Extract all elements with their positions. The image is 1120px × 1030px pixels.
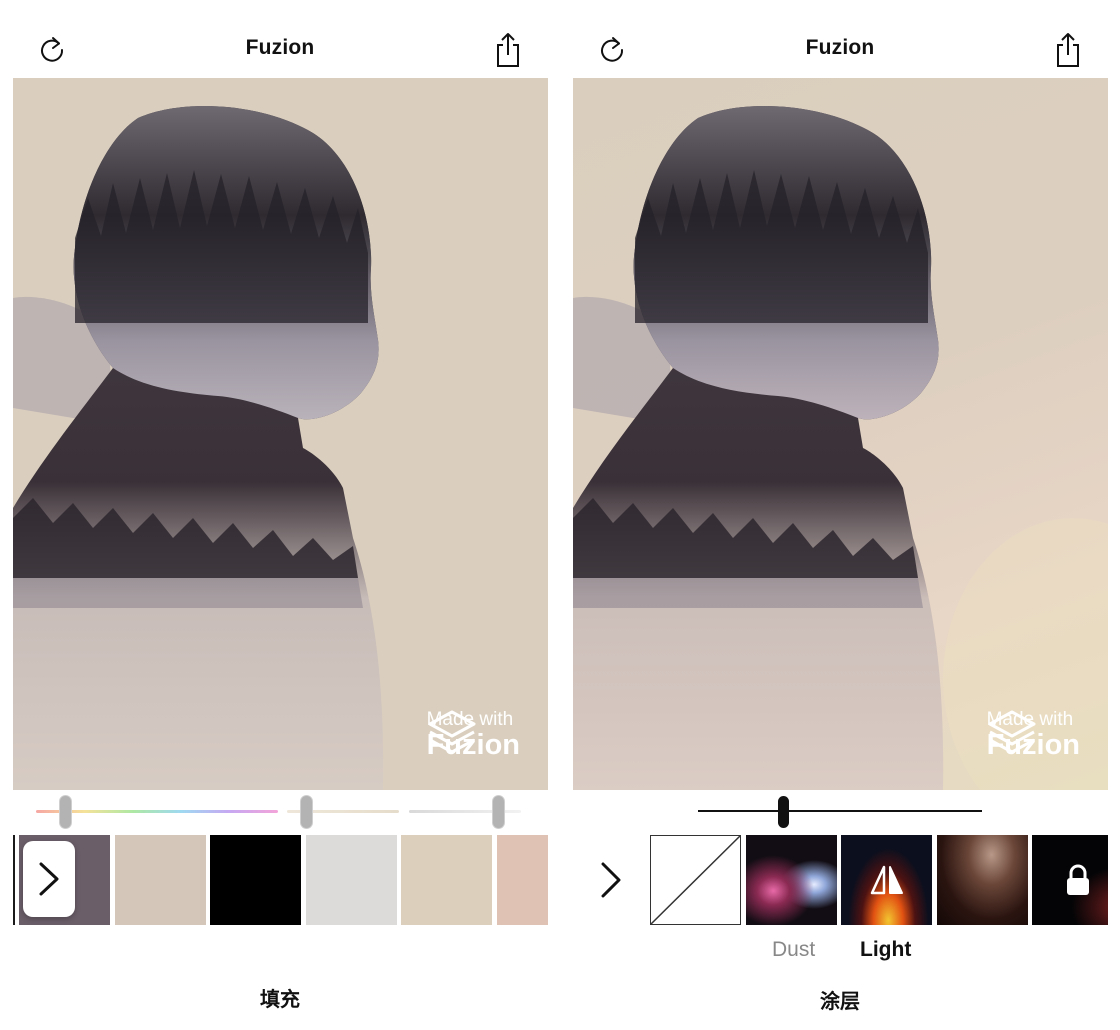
fill-panel: Fuzion Made with Fuzion 填充 xyxy=(0,0,560,1030)
watermark: Made with Fuzion xyxy=(987,710,1080,760)
color-swatch[interactable] xyxy=(210,835,301,925)
color-swatch-strip xyxy=(13,835,548,925)
share-button[interactable] xyxy=(1048,28,1088,72)
watermark: Made with Fuzion xyxy=(427,710,520,760)
expand-button[interactable] xyxy=(596,858,626,902)
overlay-label-dust: Dust xyxy=(772,938,816,961)
double-exposure-portrait xyxy=(573,106,1108,790)
expand-button[interactable] xyxy=(23,841,75,917)
overlay-locked[interactable] xyxy=(1032,835,1108,925)
opacity-slider-thumb[interactable] xyxy=(777,796,789,828)
fill-caption: 填充 xyxy=(260,989,300,1011)
color-swatch[interactable] xyxy=(115,835,206,925)
preview-image: Made with Fuzion xyxy=(573,78,1108,790)
chevron-right-icon xyxy=(601,862,621,898)
share-button[interactable] xyxy=(488,28,528,72)
hue-slider-thumb[interactable] xyxy=(59,796,71,828)
share-icon xyxy=(497,33,519,67)
saturation-slider-thumb[interactable] xyxy=(300,796,312,828)
color-swatch[interactable] xyxy=(306,835,397,925)
double-exposure-portrait xyxy=(13,106,384,790)
overlay-thumbnail-strip xyxy=(650,835,1108,925)
layers-logo-icon xyxy=(428,710,476,754)
strip-edge xyxy=(13,835,15,925)
app-title: Fuzion xyxy=(245,36,315,59)
chevron-right-icon xyxy=(39,862,59,896)
app-title: Fuzion xyxy=(805,36,875,59)
overlay-dust[interactable] xyxy=(746,835,837,925)
color-swatch[interactable] xyxy=(401,835,492,925)
lightness-track[interactable] xyxy=(409,810,521,813)
top-bar: Fuzion xyxy=(0,22,560,78)
lock-icon xyxy=(1066,864,1089,895)
overlay-label-light: Light xyxy=(860,938,912,961)
overlay-light[interactable] xyxy=(841,835,932,925)
overlay-caption: 涂层 xyxy=(820,991,860,1013)
overlay-thumbnail[interactable] xyxy=(937,835,1028,925)
opacity-slider-track[interactable] xyxy=(698,810,982,812)
color-sliders xyxy=(0,795,560,829)
top-bar: Fuzion xyxy=(560,22,1120,78)
lightness-slider-thumb[interactable] xyxy=(493,796,505,828)
overlay-none[interactable] xyxy=(650,835,741,925)
layers-logo-icon xyxy=(988,710,1036,754)
share-icon xyxy=(1057,33,1079,67)
flip-icon xyxy=(870,865,903,895)
preview-image: Made with Fuzion xyxy=(13,78,548,790)
color-swatch[interactable] xyxy=(497,835,548,925)
hue-track[interactable] xyxy=(36,810,278,813)
none-diagonal-icon xyxy=(651,836,740,924)
